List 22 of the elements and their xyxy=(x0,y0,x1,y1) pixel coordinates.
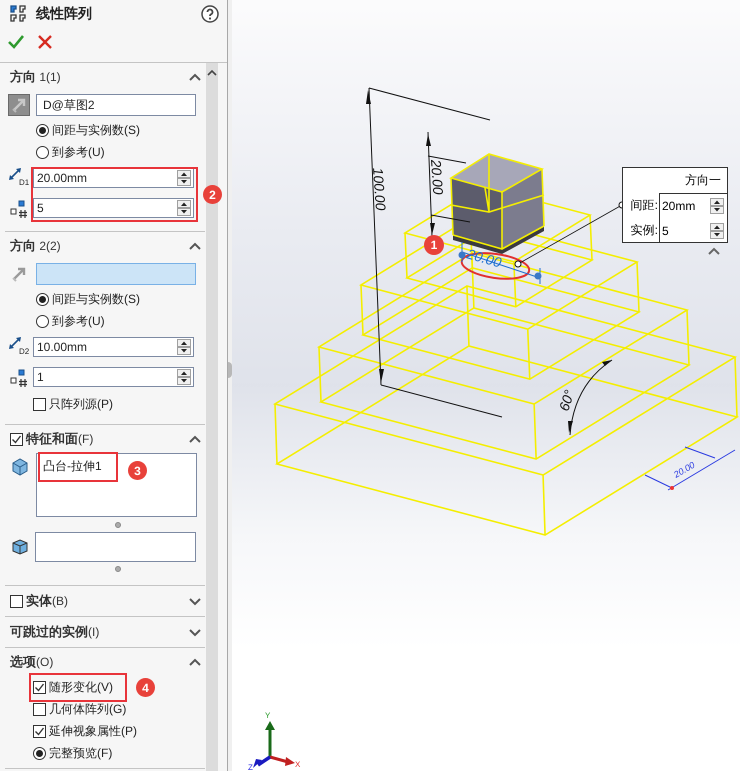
field-label: 实例: xyxy=(630,222,659,239)
axis-label: Y xyxy=(265,711,270,720)
option-label: 到参考(U) xyxy=(52,144,105,160)
panel-title: 线性阵列 xyxy=(36,5,93,23)
option-label: 到参考(U) xyxy=(52,312,105,330)
callout-badge: 4 xyxy=(136,678,155,697)
option-label: 延伸视象属性(P) xyxy=(49,722,137,740)
option-label: 完整预览(F) xyxy=(49,744,112,762)
option-label: 随形变化(V) xyxy=(49,678,113,696)
option-label: 间距与实例数(S) xyxy=(52,290,140,308)
option-label: 几何体阵列(G) xyxy=(49,700,126,718)
axis-label: X xyxy=(295,760,300,769)
dimension-symbol: D2 xyxy=(19,347,30,356)
axis-label: Z xyxy=(248,763,253,771)
option-label: 间距与实例数(S) xyxy=(52,122,140,138)
popup-title: 方向一 xyxy=(685,172,721,189)
callout-badge: 2 xyxy=(203,185,222,204)
callout-badge: 3 xyxy=(128,461,147,480)
callout-badge: 1 xyxy=(424,235,444,255)
dimension-symbol: D1 xyxy=(19,178,30,187)
option-label: 只阵列源(P) xyxy=(49,396,113,412)
field-label: 间距: xyxy=(630,197,659,214)
